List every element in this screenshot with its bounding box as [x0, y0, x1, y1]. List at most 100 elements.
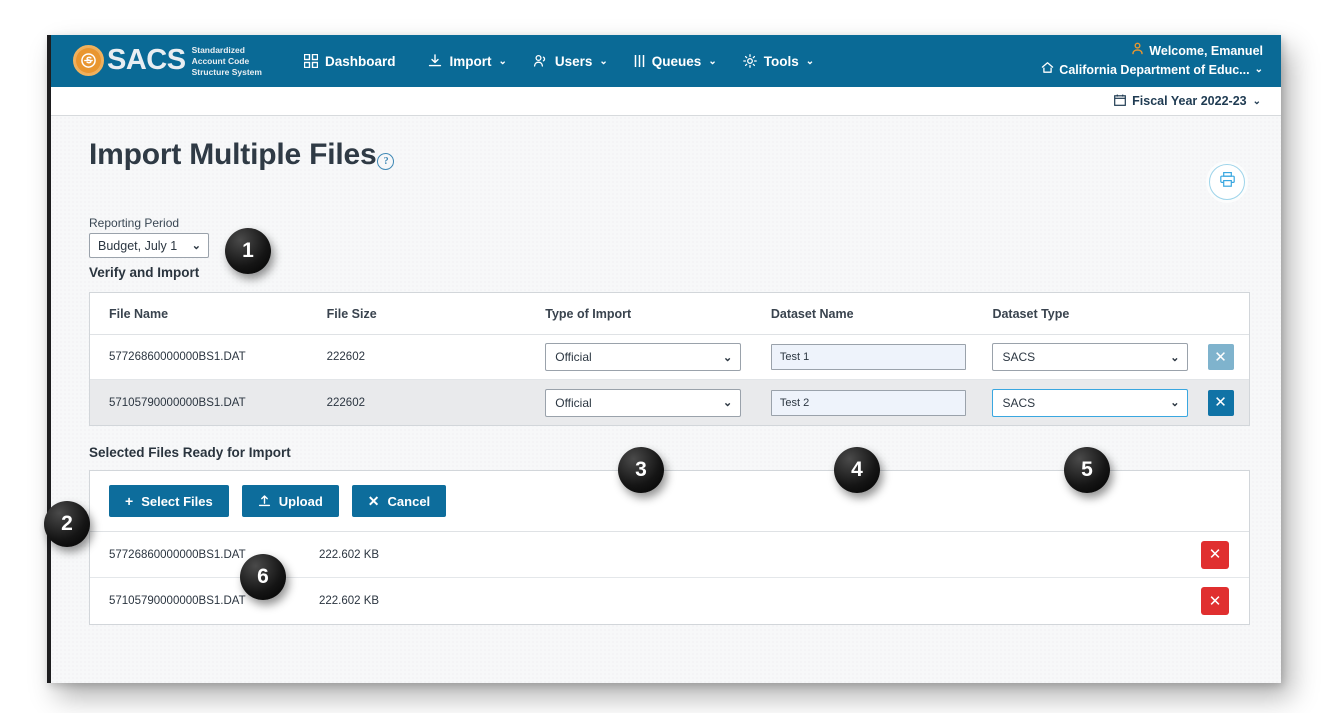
close-icon: ✕ [1208, 546, 1222, 563]
home-icon [1041, 61, 1054, 78]
dataset-type-select[interactable]: SACS ⌄ [992, 388, 1189, 417]
app-window: SACS Standardized Account Code Structure… [47, 35, 1281, 683]
column-header-file-name: File Name [109, 306, 169, 321]
page-title-text: Import Multiple Files [89, 138, 377, 171]
type-of-import-select[interactable]: Official ⌄ [545, 388, 742, 417]
cell-file-size: 222602 [326, 396, 365, 409]
column-header-dataset-type: Dataset Type [992, 306, 1070, 321]
callout-badge-2: 2 [44, 501, 90, 547]
cell-dataset-type: SACS ⌄ [992, 388, 1192, 417]
dataset-type-select[interactable]: SACS ⌄ [992, 343, 1189, 371]
remove-row-button[interactable]: ✕ [1207, 344, 1234, 370]
nav-item-dashboard[interactable]: Dashboard [303, 53, 403, 69]
selected-file-name: 57726860000000BS1.DAT [109, 548, 246, 561]
table-row: 57105790000000BS1.DAT 222602 Official ⌄ … [90, 380, 1249, 425]
table-header-row: File Name File Size Type of Import Datas… [90, 293, 1249, 335]
cell-file-name: 57726860000000BS1.DAT [109, 351, 246, 363]
select-files-button[interactable]: + Select Files [109, 485, 229, 517]
close-icon: ✕ [1214, 394, 1227, 411]
select-files-label: Select Files [141, 493, 213, 509]
chevron-down-icon: ⌄ [599, 55, 608, 67]
delete-file-button[interactable]: ✕ [1201, 540, 1229, 569]
cell-dataset-type: SACS ⌄ [992, 343, 1192, 371]
selected-file-name: 57105790000000BS1.DAT [109, 595, 246, 607]
person-icon [1131, 42, 1144, 59]
users-icon [533, 54, 548, 68]
table-row: 57726860000000BS1.DAT 222602 Official ⌄ … [90, 335, 1249, 380]
type-of-import-value: Official [555, 350, 592, 364]
plus-icon: + [125, 493, 134, 509]
nav-label-dashboard: Dashboard [324, 53, 396, 69]
print-button[interactable] [1209, 164, 1245, 200]
nav-item-users[interactable]: Users ⌄ [533, 54, 608, 69]
nav-item-tools[interactable]: Tools ⌄ [742, 53, 815, 69]
remove-row-button[interactable]: ✕ [1207, 389, 1234, 416]
chevron-down-icon: ⌄ [723, 397, 733, 409]
reporting-period-select[interactable]: Budget, July 1 ⌄ [89, 233, 209, 258]
column-header-file-size: File Size [326, 306, 377, 321]
callout-badge-6: 6 [240, 554, 286, 600]
nav-label-import: Import [449, 53, 492, 69]
reporting-period-value: Budget, July 1 [98, 238, 178, 253]
chevron-down-icon: ⌄ [1254, 64, 1263, 76]
chevron-down-icon: ⌄ [191, 240, 201, 252]
callout-badge-1: 1 [225, 228, 271, 274]
column-header-dataset-name: Dataset Name [770, 306, 854, 321]
verify-import-table: File Name File Size Type of Import Datas… [89, 292, 1250, 426]
sacs-circle-logo-icon [73, 45, 104, 77]
cell-file-name: 57105790000000BS1.DAT [109, 396, 246, 409]
type-of-import-value: Official [555, 395, 592, 410]
nav-item-queues[interactable]: Queues ⌄ [634, 54, 717, 69]
column-header-type-of-import: Type of Import [545, 306, 632, 321]
fiscal-year-selector[interactable]: Fiscal Year 2022-23 ⌄ [1114, 94, 1261, 109]
dataset-name-input[interactable]: Test 2 [770, 389, 966, 416]
cancel-button[interactable]: ✕ Cancel [351, 485, 447, 517]
question-mark-icon[interactable]: ? [377, 153, 395, 170]
welcome-row[interactable]: Welcome, Emanuel [1041, 42, 1263, 59]
chevron-down-icon: ⌄ [498, 55, 507, 67]
cell-actions: ✕ [1192, 389, 1249, 416]
fiscal-year-label: Fiscal Year 2022-23 [1132, 94, 1247, 108]
reporting-period-label: Reporting Period [89, 216, 180, 230]
organization-selector[interactable]: California Department of Educ... ⌄ [1041, 61, 1263, 78]
brand-name: SACS [107, 44, 186, 77]
cell-type-of-import: Official ⌄ [545, 388, 771, 417]
chevron-down-icon: ⌄ [1252, 95, 1261, 107]
selected-file-actions: ✕ [1181, 540, 1249, 569]
chevron-down-icon: ⌄ [723, 351, 733, 364]
screenshot-root: SACS Standardized Account Code Structure… [0, 0, 1323, 713]
delete-file-button[interactable]: ✕ [1201, 587, 1229, 615]
page-title: Import Multiple Files ? [89, 138, 1245, 172]
chevron-down-icon: ⌄ [708, 55, 717, 67]
organization-name: California Department of Educ... [1059, 62, 1250, 77]
brand-subtitle-line-1: Standardized [191, 44, 245, 55]
cell-file-size: 222602 [326, 351, 365, 363]
close-icon: ✕ [367, 493, 380, 509]
callout-badge-5: 5 [1064, 447, 1110, 493]
printer-icon [1219, 171, 1236, 193]
dataset-name-input[interactable]: Test 1 [770, 344, 966, 370]
welcome-text: Welcome, Emanuel [1149, 43, 1263, 58]
nav-label-tools: Tools [763, 53, 799, 69]
grid-icon [303, 54, 318, 68]
nav-label-queues: Queues [651, 53, 702, 69]
nav-item-import[interactable]: Import ⌄ [428, 53, 507, 69]
chevron-down-icon: ⌄ [1170, 351, 1180, 364]
cancel-label: Cancel [387, 493, 431, 509]
chevron-down-icon: ⌄ [1170, 397, 1180, 409]
page-content: Import Multiple Files ? Reporting Period [51, 116, 1281, 683]
selected-file-actions: ✕ [1181, 587, 1249, 615]
callout-badge-4: 4 [834, 447, 880, 493]
chevron-down-icon: ⌄ [805, 55, 815, 67]
brand-subtitle-line-2: Account Code [191, 55, 250, 66]
upload-button[interactable]: Upload [241, 485, 339, 517]
calendar-icon [1114, 94, 1127, 109]
page-inner: Import Multiple Files ? Reporting Period [51, 116, 1281, 625]
type-of-import-select[interactable]: Official ⌄ [545, 343, 742, 371]
selected-files-panel: + Select Files Upload ✕ Cancel 577268600… [89, 470, 1250, 625]
brand-logo[interactable]: SACS Standardized Account Code Structure… [73, 44, 262, 79]
dataset-type-value: SACS [1002, 350, 1036, 364]
download-icon [428, 54, 442, 68]
top-navigation-bar: SACS Standardized Account Code Structure… [51, 35, 1281, 87]
dataset-type-value: SACS [1002, 395, 1036, 410]
